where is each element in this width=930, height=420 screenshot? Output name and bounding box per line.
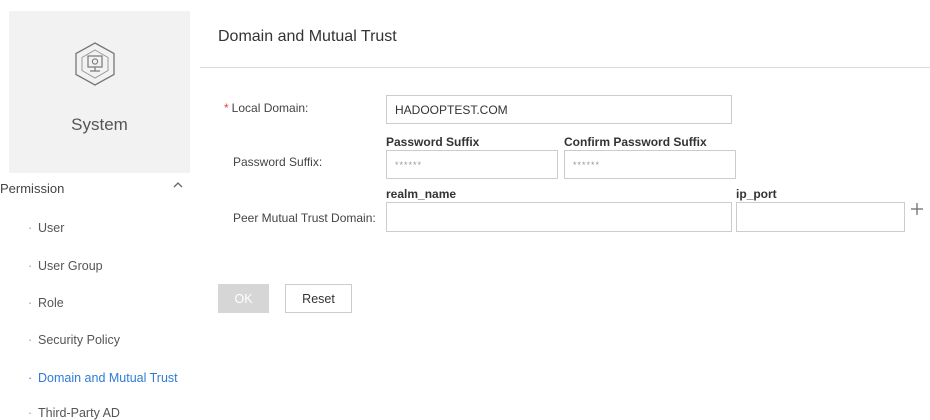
sidebar-item-label: User Group xyxy=(38,259,103,273)
ip-port-input[interactable] xyxy=(736,202,905,232)
add-row-icon[interactable] xyxy=(909,201,925,217)
sidebar-item-label: Role xyxy=(38,296,64,310)
password-suffix-header: Password Suffix xyxy=(386,135,480,149)
sidebar-item-third-party-ad[interactable]: · Third-Party AD xyxy=(28,406,120,420)
confirm-password-suffix-input[interactable]: ****** xyxy=(564,150,736,179)
title-divider xyxy=(200,67,930,68)
local-domain-label: * Local Domain: xyxy=(224,101,308,115)
bullet-icon: · xyxy=(28,406,33,420)
permission-section-label: Permission xyxy=(0,181,65,196)
reset-button[interactable]: Reset xyxy=(285,284,352,313)
sidebar-item-user[interactable]: · User xyxy=(28,221,64,235)
confirm-password-suffix-header: Confirm Password Suffix xyxy=(564,135,707,149)
local-domain-input[interactable]: HADOOPTEST.COM xyxy=(386,95,732,124)
system-card[interactable]: System xyxy=(9,11,190,173)
local-domain-label-text: Local Domain: xyxy=(231,101,309,115)
bullet-icon: · xyxy=(28,221,33,235)
bullet-icon: · xyxy=(28,296,33,310)
password-suffix-input[interactable]: ****** xyxy=(386,150,558,179)
chevron-up-icon xyxy=(173,182,183,188)
realm-name-input[interactable] xyxy=(386,202,732,232)
bullet-icon: · xyxy=(28,333,33,347)
sidebar-item-label: Third-Party AD xyxy=(38,406,120,420)
bullet-icon: · xyxy=(28,259,33,273)
realm-name-header: realm_name xyxy=(386,187,457,201)
required-mark: * xyxy=(224,101,229,115)
sidebar-item-label: Security Policy xyxy=(38,333,120,347)
sidebar-item-label: User xyxy=(38,221,65,235)
page-title: Domain and Mutual Trust xyxy=(218,28,397,45)
sidebar-item-user-group[interactable]: · User Group xyxy=(28,259,103,273)
ok-button[interactable]: OK xyxy=(218,284,269,313)
sidebar-item-role[interactable]: · Role xyxy=(28,296,64,310)
bullet-icon: · xyxy=(28,371,33,385)
sidebar-item-security-policy[interactable]: · Security Policy xyxy=(28,333,120,347)
sidebar-item-label: Domain and Mutual Trust xyxy=(38,371,178,385)
system-label: System xyxy=(71,115,128,134)
ip-port-header: ip_port xyxy=(736,187,777,201)
system-icon xyxy=(75,42,115,86)
permission-section-toggle[interactable]: Permission xyxy=(0,178,190,200)
sidebar: System Permission · User · User Group · Rol… xyxy=(0,0,200,420)
sidebar-item-domain-and-mutual-trust[interactable]: · Domain and Mutual Trust xyxy=(28,371,178,385)
password-suffix-label: Password Suffix: xyxy=(233,155,323,169)
peer-mutual-trust-domain-label: Peer Mutual Trust Domain: xyxy=(233,211,376,225)
